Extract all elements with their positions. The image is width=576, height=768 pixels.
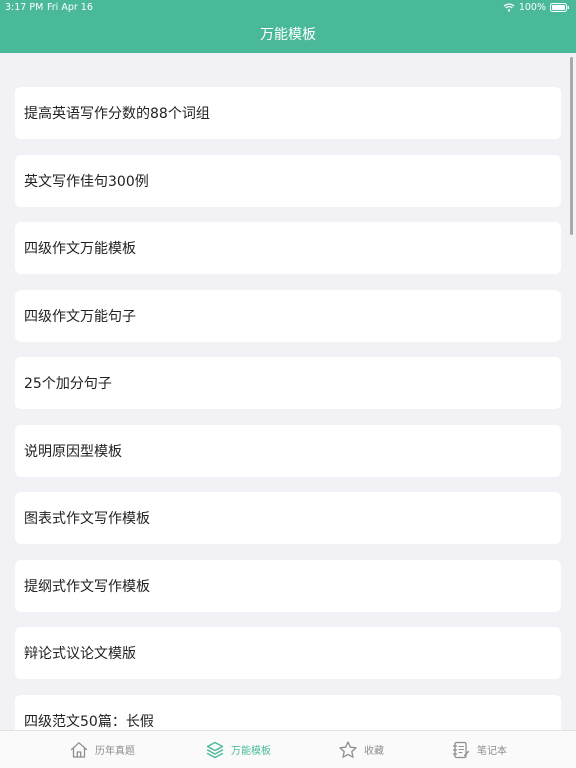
wifi-icon (503, 3, 515, 12)
list-item[interactable]: 提高英语写作分数的88个词组 (15, 87, 561, 139)
list-item-label: 提纲式作文写作模板 (24, 578, 150, 595)
status-date: Fri Apr 16 (47, 2, 93, 13)
star-icon (338, 740, 358, 760)
list-item[interactable]: 四级范文50篇：长假 (15, 694, 561, 730)
list-item-label: 25个加分句子 (24, 376, 112, 392)
list-item-label: 英文写作佳句300例 (24, 173, 149, 190)
navigation-header: 3:17 PM Fri Apr 16 100% 万能模板 (0, 0, 576, 53)
list-item[interactable]: 四级作文万能句子 (15, 289, 561, 342)
template-list-view[interactable]: 提高英语写作分数的88个词组 英文写作佳句300例 四级作文万能模板 四级作文万… (0, 53, 576, 730)
list-item[interactable]: 25个加分句子 (15, 357, 561, 409)
list-item[interactable]: 四级作文万能模板 (15, 222, 561, 274)
tab-past-exams[interactable]: 历年真题 (69, 731, 135, 768)
list-item-label: 四级作文万能模板 (24, 241, 136, 257)
list-item[interactable]: 说明原因型模板 (15, 424, 561, 477)
notebook-icon (451, 740, 471, 760)
scrollbar[interactable] (570, 57, 573, 235)
status-bar: 3:17 PM Fri Apr 16 100% (0, 0, 576, 16)
tab-templates[interactable]: 万能模板 (205, 731, 271, 768)
battery-icon (550, 3, 570, 12)
status-right: 100% (503, 2, 570, 13)
list-item[interactable]: 英文写作佳句300例 (15, 154, 561, 207)
list-item-label: 四级作文万能句子 (24, 308, 136, 325)
list-item-label: 辩论式议论文模版 (24, 646, 136, 662)
list-item-label: 图表式作文写作模板 (24, 511, 150, 527)
status-time: 3:17 PM (5, 2, 44, 13)
home-icon (69, 740, 89, 760)
template-list: 提高英语写作分数的88个词组 英文写作佳句300例 四级作文万能模板 四级作文万… (15, 87, 561, 730)
tab-label: 笔记本 (477, 746, 507, 757)
list-item-label: 提高英语写作分数的88个词组 (24, 106, 210, 122)
tab-bar: 历年真题 万能模板 收藏 笔记本 (0, 730, 576, 768)
tab-favorites[interactable]: 收藏 (338, 731, 384, 768)
list-item-label: 四级范文50篇：长假 (24, 713, 154, 730)
tab-notebook[interactable]: 笔记本 (451, 731, 507, 768)
page-title: 万能模板 (260, 27, 316, 43)
list-item-label: 说明原因型模板 (24, 443, 122, 460)
list-item[interactable]: 提纲式作文写作模板 (15, 559, 561, 612)
list-item[interactable]: 图表式作文写作模板 (15, 492, 561, 544)
layers-icon (205, 740, 225, 760)
tab-label: 收藏 (364, 746, 384, 757)
battery-percentage: 100% (518, 2, 546, 13)
tab-label: 历年真题 (95, 746, 135, 757)
tab-label: 万能模板 (231, 746, 271, 757)
list-item[interactable]: 辩论式议论文模版 (15, 627, 561, 679)
